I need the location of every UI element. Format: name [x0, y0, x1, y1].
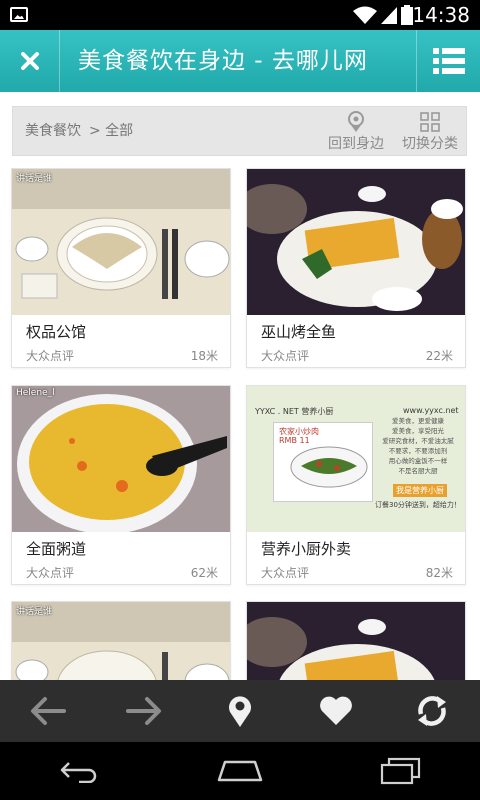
grid-icon	[420, 112, 440, 132]
flyer-line: 不是名厨大厨	[398, 467, 438, 475]
location-marker-icon	[348, 111, 364, 132]
restaurant-name: 营养小厨外卖	[261, 540, 352, 558]
restaurant-card[interactable]	[246, 601, 466, 680]
restaurant-source: 大众点评	[26, 349, 75, 363]
flyer-line: 爱研究食材，不爱油太腻	[382, 437, 454, 445]
back-to-nearby-label: 回到身边	[328, 136, 384, 152]
status-bar: 14:38	[0, 0, 480, 30]
back-arrow-icon	[31, 697, 66, 725]
switch-category-button[interactable]: 切换分类	[397, 111, 463, 153]
location-pin-icon	[229, 696, 251, 727]
nav-recents-icon	[380, 757, 421, 785]
refresh-button[interactable]	[402, 681, 462, 741]
nav-back-icon	[60, 762, 97, 783]
close-button[interactable]	[0, 30, 60, 92]
restaurant-source: 大众点评	[26, 566, 75, 580]
photo-watermark: 讲话是谁	[16, 174, 53, 184]
photo-watermark: Helene_l	[16, 388, 55, 398]
nav-home-icon	[217, 760, 263, 782]
restaurant-source: 大众点评	[261, 349, 310, 363]
breadcrumb[interactable]: 美食餐饮 > 全部	[25, 107, 141, 155]
filter-bar: 美食餐饮 > 全部 回到身边 切换分类	[12, 106, 467, 156]
restaurant-card[interactable]: 讲话是谁	[11, 601, 231, 680]
restaurant-photo	[247, 169, 465, 315]
nav-recents-button[interactable]	[370, 751, 430, 791]
flyer-line: 爱美食，享受阳光	[392, 427, 444, 435]
menu-flyer: YYXC . NET 营养小厨 www.yyxc.net 农家小炒肉 RMB 1…	[247, 386, 465, 532]
gallery-notification-icon	[10, 7, 28, 22]
restaurant-name: 全面粥道	[26, 540, 87, 558]
flyer-line: 爱美食，更爱健康	[392, 417, 444, 425]
restaurant-distance: 62米	[190, 566, 218, 580]
location-button[interactable]	[210, 681, 270, 741]
restaurant-card[interactable]: 巫山烤全鱼 大众点评 22米	[246, 168, 466, 368]
battery-icon	[401, 5, 413, 25]
refresh-icon	[418, 696, 446, 726]
flyer-header: YYXC . NET 营养小厨	[255, 407, 334, 416]
restaurant-distance: 22米	[425, 349, 453, 363]
cell-signal-icon	[381, 7, 397, 24]
system-nav-bar	[0, 742, 480, 800]
heart-icon	[320, 696, 352, 725]
nav-back-button[interactable]	[50, 751, 110, 791]
restaurant-name: 权品公馆	[26, 323, 87, 341]
page-title: 美食餐饮在身边 - 去哪儿网	[78, 48, 368, 74]
forward-button[interactable]	[114, 681, 174, 741]
flyer-slogan: 我是营养小厨	[393, 484, 447, 497]
favorite-button[interactable]	[306, 681, 366, 741]
forward-arrow-icon	[126, 697, 161, 725]
list-icon	[432, 48, 465, 74]
restaurant-distance: 82米	[425, 566, 453, 580]
flyer-line: 用心做的盒饭不一样	[388, 457, 448, 465]
bottom-toolbar	[0, 680, 480, 742]
title-bar: 美食餐饮在身边 - 去哪儿网	[0, 30, 480, 92]
restaurant-photo	[247, 602, 465, 680]
restaurant-card[interactable]: Helene_l 全面粥道 大众点评 62米	[11, 385, 231, 585]
flyer-footer: 订餐30分钟送到，超给力！	[375, 501, 461, 509]
restaurant-source: 大众点评	[261, 566, 310, 580]
breadcrumb-sub: > 全部	[89, 123, 134, 139]
restaurant-name: 巫山烤全鱼	[261, 323, 337, 341]
restaurant-card[interactable]: 讲话是谁 权品公馆 大众点评 18米	[11, 168, 231, 368]
restaurant-photo: Helene_l	[12, 386, 230, 532]
back-button[interactable]	[18, 681, 78, 741]
restaurant-photo: 讲话是谁	[12, 602, 230, 680]
wifi-icon	[353, 6, 377, 24]
restaurant-distance: 18米	[190, 349, 218, 363]
restaurant-photo: YYXC . NET 营养小厨 www.yyxc.net 农家小炒肉 RMB 1…	[247, 386, 465, 532]
switch-category-label: 切换分类	[402, 136, 458, 152]
status-time: 14:38	[412, 3, 470, 27]
nav-home-button[interactable]	[210, 751, 270, 791]
photo-watermark: 讲话是谁	[16, 607, 53, 617]
breadcrumb-category: 美食餐饮	[25, 123, 81, 139]
flyer-site: www.yyxc.net	[403, 406, 459, 415]
close-icon	[20, 52, 39, 70]
back-to-nearby-button[interactable]: 回到身边	[323, 111, 389, 153]
restaurant-card[interactable]: YYXC . NET 营养小厨 www.yyxc.net 农家小炒肉 RMB 1…	[246, 385, 466, 585]
flyer-line: 不要求，不要添加剂	[388, 447, 448, 455]
content-area[interactable]: 美食餐饮 > 全部 回到身边 切换分类 讲话是谁 权品公馆 大众点评 18米 巫…	[0, 92, 480, 680]
list-menu-button[interactable]	[416, 30, 480, 92]
restaurant-photo: 讲话是谁	[12, 169, 230, 315]
